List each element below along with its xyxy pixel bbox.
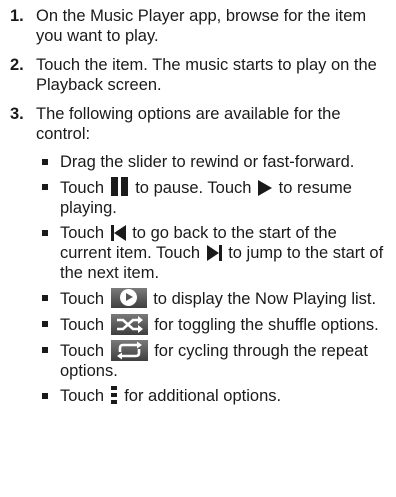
list-item-menu: Touch for additional options. [36,386,386,406]
bullet [36,152,60,172]
option-text-part: for toggling the shuffle options. [154,316,379,334]
step-number: 1. [10,7,24,25]
option-text-part: Touch [60,342,105,360]
option-text-part: Touch [60,290,105,308]
bullet [36,386,60,406]
option-text-part: for cycling through the repeat options. [60,342,368,380]
option-text-part: Touch [60,316,105,334]
now-playing-icon [110,288,147,308]
step-text: On the Music Player app, browse for the … [36,7,367,45]
next-icon [206,245,222,261]
option-text-part: Touch [60,179,105,197]
option-text: Touch to display the Now Playing list. [60,288,386,309]
step-2: 2. Touch the item. The music starts to p… [10,55,386,95]
option-text: Touch for toggling the shuffle options. [60,314,386,335]
option-text: Touch to go back to the start of the cur… [60,223,386,283]
step-1: 1. On the Music Player app, browse for t… [10,6,386,46]
step-text: Touch the item. The music starts to play… [36,56,377,94]
instructions-page: 1. On the Music Player app, browse for t… [0,0,396,411]
step-body: The following options are available for … [36,104,386,411]
list-item-now-playing: Touch to display the Now Playing list. [36,288,386,309]
option-text: Touch to pause. Touch to resume playing. [60,177,386,218]
list-item-prev-next: Touch to go back to the start of the cur… [36,223,386,283]
bullet [36,314,60,335]
pause-icon [110,177,129,196]
bullet [36,223,60,283]
repeat-icon [110,340,148,361]
option-text: Drag the slider to rewind or fast-forwar… [60,153,355,171]
option-text: Touch for additional options. [60,386,386,406]
shuffle-icon [110,314,148,335]
previous-icon [110,225,126,241]
bullet [36,288,60,309]
list-item-pause: Touch to pause. Touch to resume playing. [36,177,386,218]
option-text-part: Touch [60,387,105,405]
option-text-part: for additional options. [124,387,282,405]
list-item-repeat: Touch for cycling through the repeat opt… [36,340,386,381]
step-number: 3. [10,105,24,123]
list-item-drag-slider: Drag the slider to rewind or fast-forwar… [36,152,386,172]
menu-icon [110,386,117,404]
option-text: Touch for cycling through the repeat opt… [60,340,386,381]
play-icon [258,180,273,196]
list-item-shuffle: Touch for toggling the shuffle options. [36,314,386,335]
option-text-part: to pause. Touch [135,179,252,197]
bullet [36,340,60,381]
step-text: The following options are available for … [36,105,341,143]
option-text-part: Touch [60,224,105,242]
control-options-list: Drag the slider to rewind or fast-forwar… [36,152,386,406]
option-text-part: to display the Now Playing list. [153,290,377,308]
step-number: 2. [10,56,24,74]
bullet [36,177,60,218]
step-3: 3. The following options are available f… [10,104,386,411]
